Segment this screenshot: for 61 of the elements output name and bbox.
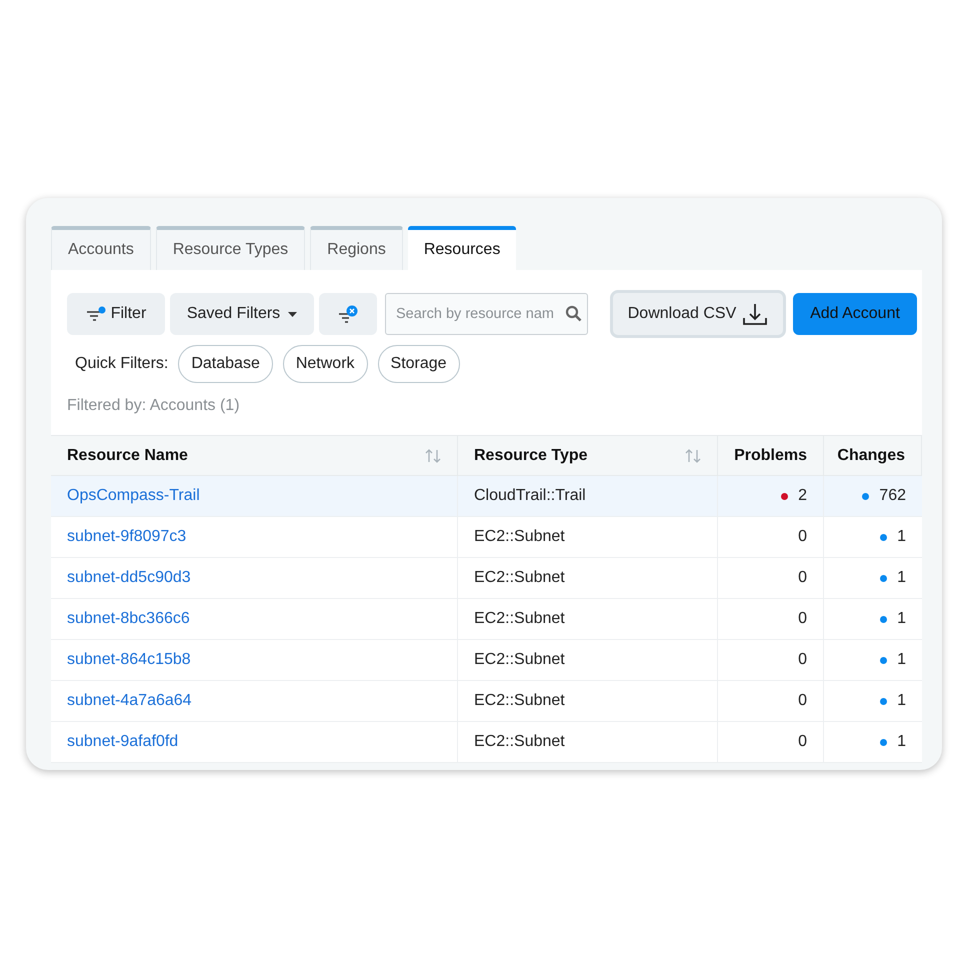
tab[interactable]: Accounts [51, 226, 151, 270]
resource-link[interactable]: subnet-dd5c90d3 [67, 566, 191, 590]
tab[interactable]: Resources [408, 226, 516, 270]
table-cell-text: 0 [798, 568, 807, 588]
table-cell-text: 1 [897, 732, 906, 752]
quick-filter-chip[interactable]: Network [282, 345, 368, 383]
column-header: Problems [718, 436, 824, 475]
add-account-button[interactable]: Add Account [793, 293, 917, 335]
clear-filter-icon [337, 305, 359, 323]
sort-icon[interactable] [425, 448, 441, 462]
table-cell-text: 1 [897, 609, 906, 629]
tab[interactable]: Regions [310, 226, 403, 270]
table-cell-text: 1 [897, 691, 906, 711]
caret-icon [288, 312, 298, 316]
column-header[interactable]: Resource Type [458, 436, 718, 475]
table-cell-text: 0 [798, 609, 807, 629]
resource-link[interactable]: subnet-9f8097c3 [67, 525, 186, 549]
table-cell-text: 762 [879, 486, 906, 506]
table-cell-text: 0 [798, 527, 807, 547]
download-csv-button[interactable]: Download CSV [610, 290, 786, 338]
table-cell-text: 1 [897, 527, 906, 547]
sort-icon[interactable] [685, 448, 701, 462]
table-cell-text: EC2::Subnet [474, 609, 565, 629]
table-cell-text: EC2::Subnet [474, 732, 565, 752]
table-row[interactable]: subnet-864c15b8 EC2::Subnet 0 1 [51, 640, 922, 681]
table-cell-text: CloudTrail::Trail [474, 486, 586, 506]
table-cell-text: 0 [798, 691, 807, 711]
filtered-by-text: Filtered by: Accounts (1) [66, 396, 241, 416]
table-row[interactable]: subnet-dd5c90d3 EC2::Subnet 0 1 [51, 558, 922, 599]
table-cell-text: 0 [798, 650, 807, 670]
table-cell-text: 1 [897, 568, 906, 588]
clear-filters-button[interactable] [319, 293, 377, 335]
resource-link[interactable]: OpsCompass-Trail [67, 484, 200, 508]
table-cell-text: EC2::Subnet [474, 650, 565, 670]
column-header[interactable]: Resource Name [51, 436, 458, 475]
resource-link[interactable]: subnet-4a7a6a64 [67, 689, 192, 713]
table-row[interactable]: subnet-8bc366c6 EC2::Subnet 0 1 [51, 599, 922, 640]
resource-link[interactable]: subnet-864c15b8 [67, 648, 191, 672]
resource-link[interactable]: subnet-9afaf0fd [67, 730, 178, 754]
table-row[interactable]: subnet-4a7a6a64 EC2::Subnet 0 1 [51, 681, 922, 722]
table-cell-text: 0 [798, 732, 807, 752]
table-cell-text: EC2::Subnet [474, 568, 565, 588]
resource-link[interactable]: subnet-8bc366c6 [67, 607, 190, 631]
download-icon [742, 302, 768, 326]
tab[interactable]: Resource Types [156, 226, 306, 270]
quick-filters-label: Quick Filters: [75, 354, 168, 374]
quick-filter-chip[interactable]: Database [178, 345, 273, 383]
search-icon [565, 305, 582, 322]
search-field[interactable]: Search by resource nam [385, 293, 588, 335]
quick-filter-chip[interactable]: Storage [378, 345, 460, 383]
filter-button[interactable]: Filter [67, 293, 165, 335]
table-row[interactable]: subnet-9afaf0fd EC2::Subnet 0 1 [51, 722, 922, 763]
saved-filters-button[interactable]: Saved Filters [170, 293, 314, 335]
table-row[interactable]: OpsCompass-Trail CloudTrail::Trail 2 762 [51, 476, 922, 517]
table-cell-text: 2 [798, 486, 807, 506]
column-header: Changes [824, 436, 922, 475]
filter-icon [86, 306, 106, 322]
table-cell-text: 1 [897, 650, 906, 670]
table-row[interactable]: subnet-9f8097c3 EC2::Subnet 0 1 [51, 517, 922, 558]
table-cell-text: EC2::Subnet [474, 527, 565, 547]
table-cell-text: EC2::Subnet [474, 691, 565, 711]
